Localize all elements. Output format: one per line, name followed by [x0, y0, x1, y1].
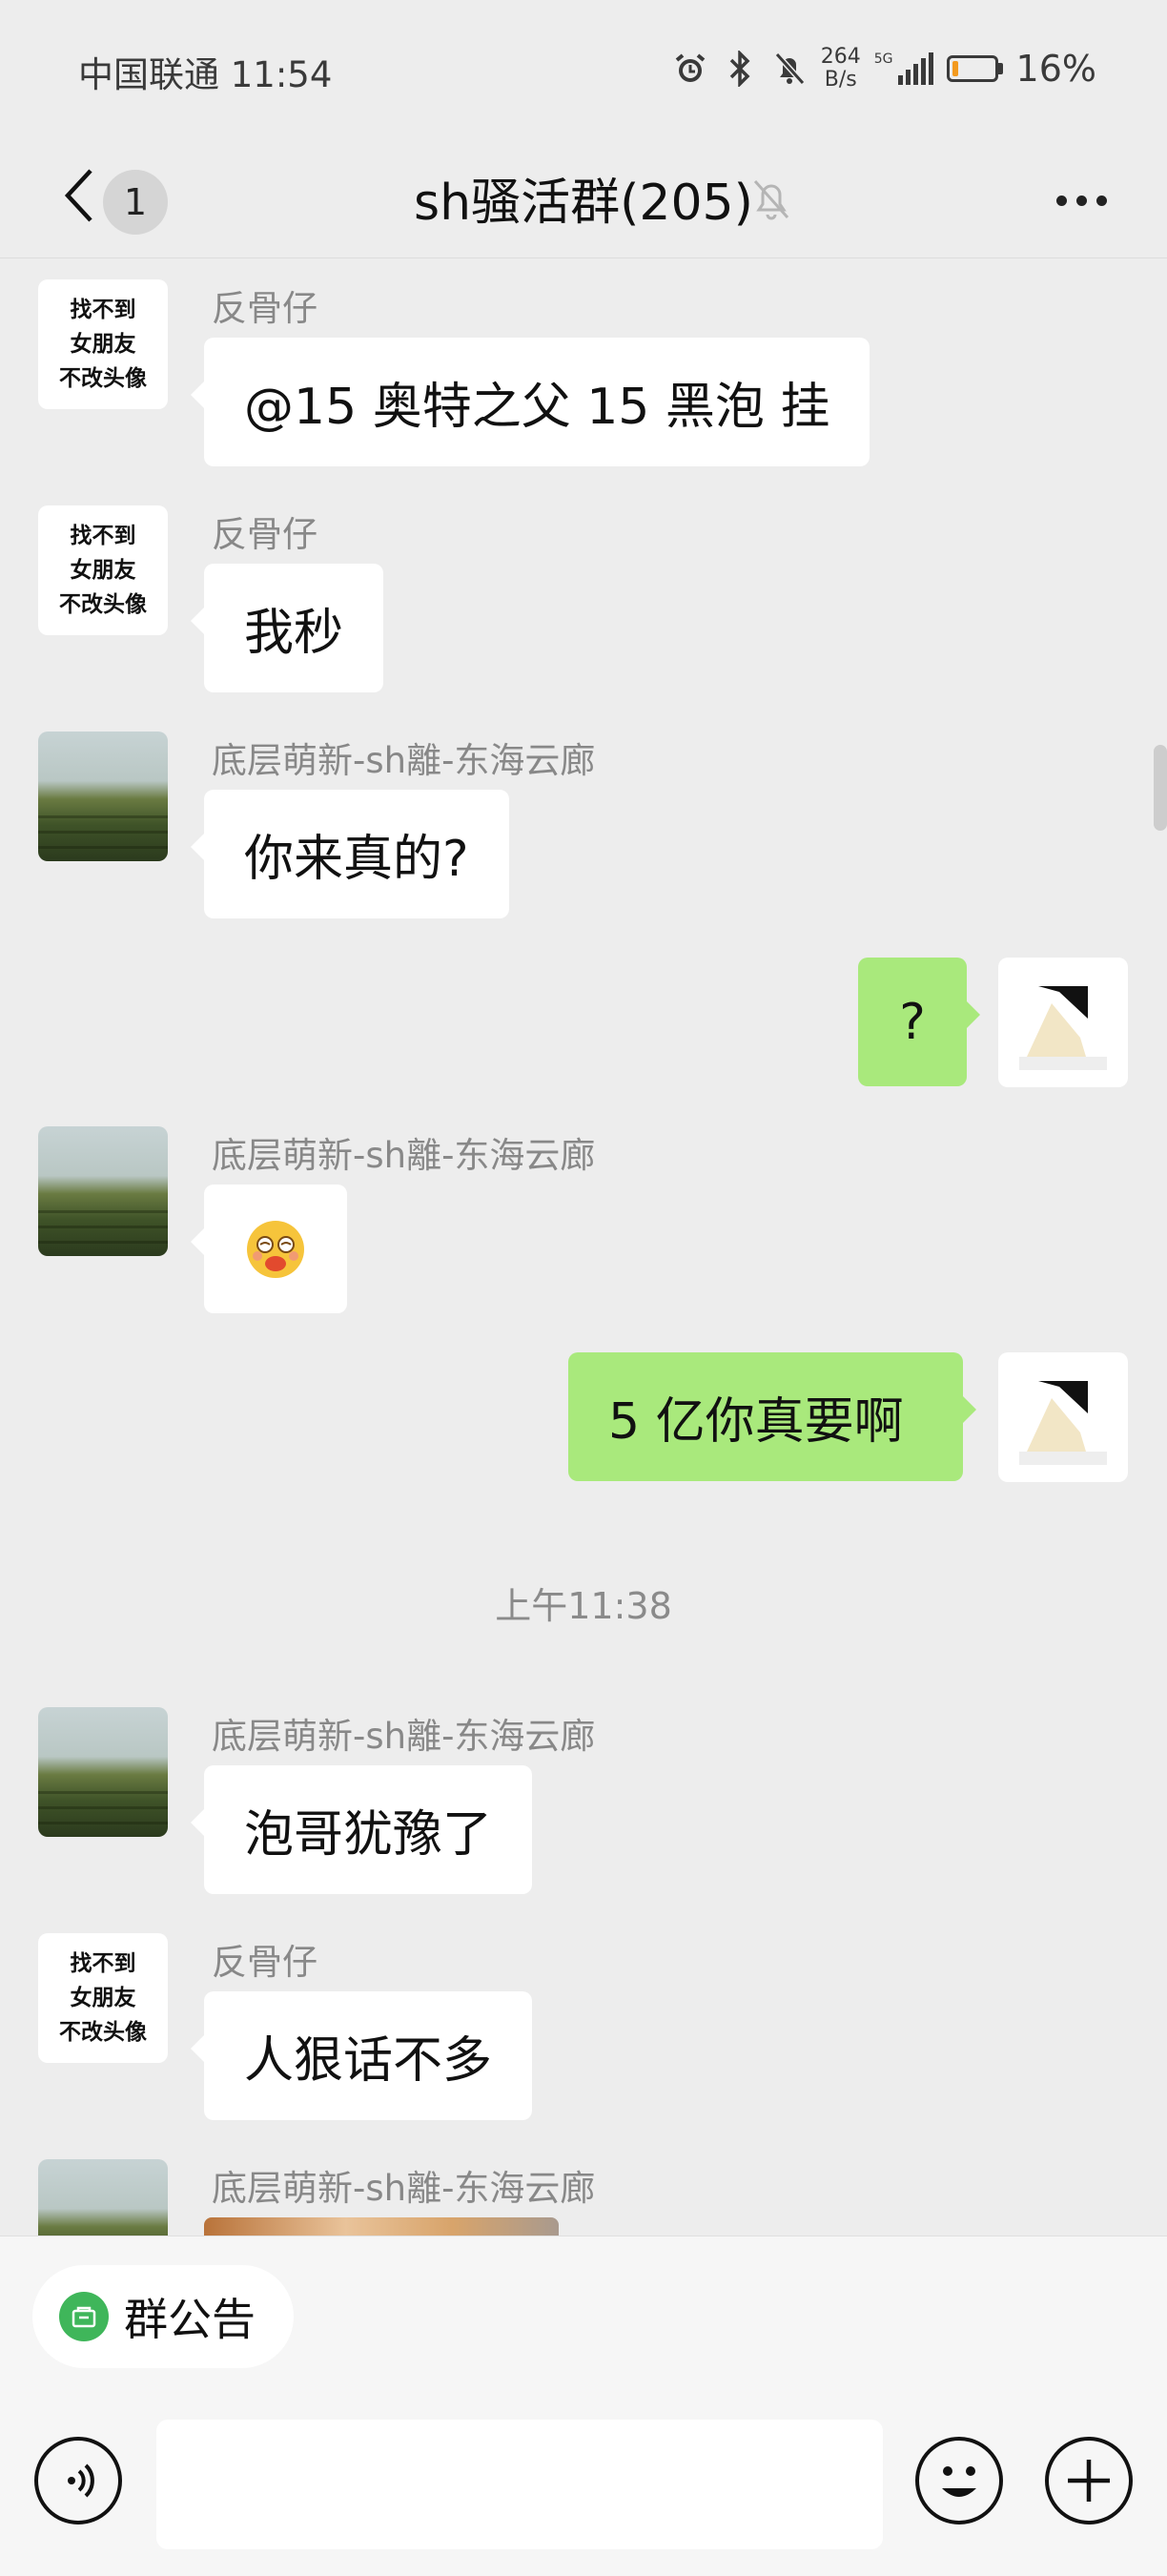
network-speed-unit: B/s — [824, 68, 857, 92]
sender-avatar[interactable] — [38, 2159, 168, 2236]
message-input[interactable] — [156, 2420, 883, 2549]
notifications-off-icon — [771, 51, 808, 87]
photo-message[interactable] — [204, 2217, 559, 2236]
chat-header: 1 sh骚活群(205) — [0, 134, 1167, 258]
message-bubble[interactable]: 我秒 — [190, 564, 384, 692]
message-list[interactable]: 找不到 女朋友 不改头像 反骨仔 @15 奥特之父 15 黑泡 挂 找不到 女朋… — [0, 258, 1167, 2236]
smiley-icon — [942, 2466, 976, 2497]
emoji-button[interactable] — [915, 2437, 1003, 2524]
sender-name: 底层萌新-sh離-东海云廊 — [212, 2168, 596, 2209]
sender-avatar[interactable] — [38, 732, 168, 861]
message-bubble[interactable] — [191, 1185, 347, 1313]
avatar-caption: 找不到 女朋友 不改头像 — [59, 1951, 147, 2045]
avatar-caption: 找不到 女朋友 不改头像 — [59, 524, 147, 617]
message-bubble[interactable]: 人狠话不多 — [190, 1991, 533, 2120]
plus-icon — [1068, 2460, 1110, 2502]
dot-icon — [1055, 195, 1067, 206]
message-bubble[interactable]: 泡哥犹豫了 — [190, 1765, 533, 1894]
carrier-time: 中国联通 11:54 — [78, 54, 333, 95]
input-area: 群公告 — [0, 2236, 1167, 2576]
sender-avatar[interactable] — [38, 1126, 168, 1256]
sender-name: 反骨仔 — [212, 1942, 317, 1983]
sender-name: 底层萌新-sh離-东海云廊 — [212, 740, 596, 781]
sender-name: 反骨仔 — [212, 288, 317, 329]
sender-avatar[interactable] — [38, 1707, 168, 1837]
battery-icon — [946, 55, 1003, 82]
status-bar: 中国联通 11:54 264 B/s 5G 16% — [0, 0, 1167, 134]
self-avatar[interactable] — [998, 958, 1128, 1087]
group-notice-label: 群公告 — [124, 2294, 256, 2345]
sender-avatar[interactable]: 找不到 女朋友 不改头像 — [38, 505, 168, 635]
bluetooth-icon — [722, 51, 758, 87]
message-bubble[interactable]: @15 奥特之父 15 黑泡 挂 — [190, 338, 870, 466]
self-avatar[interactable] — [998, 1352, 1128, 1482]
scrollbar[interactable] — [1154, 745, 1167, 831]
notice-icon — [59, 2292, 109, 2341]
mute-bell-icon — [749, 175, 793, 223]
voice-input-button[interactable] — [34, 2437, 122, 2524]
sender-name: 底层萌新-sh離-东海云廊 — [212, 1716, 596, 1757]
message-bubble-self[interactable]: 5 亿你真要啊 — [568, 1352, 976, 1481]
signal-strength-icon: 5G — [874, 52, 933, 85]
message-bubble[interactable]: 你来真的? — [191, 790, 509, 918]
battery-percent: 16% — [1015, 48, 1096, 90]
dot-icon — [1075, 195, 1087, 206]
voice-icon — [68, 2463, 94, 2498]
message-bubble-self[interactable]: ? — [858, 958, 980, 1086]
chat-title: sh骚活群(205) — [414, 175, 753, 232]
network-speed-value: 264 — [820, 45, 861, 69]
avatar-caption: 找不到 女朋友 不改头像 — [59, 298, 147, 391]
dot-icon — [1095, 195, 1107, 206]
network-speed: 264 B/s — [821, 46, 861, 92]
message-timestamp: 上午11:38 — [495, 1585, 672, 1627]
sender-avatar[interactable]: 找不到 女朋友 不改头像 — [38, 279, 168, 409]
dizzy-smile-emoji-icon — [247, 1220, 304, 1278]
sender-avatar[interactable]: 找不到 女朋友 不改头像 — [38, 1933, 168, 2063]
sender-name: 底层萌新-sh離-东海云廊 — [212, 1135, 596, 1176]
more-actions-button[interactable] — [1045, 2437, 1133, 2524]
status-icons: 264 B/s 5G 16% — [672, 40, 1096, 97]
network-type: 5G — [873, 52, 893, 67]
more-options-button[interactable] — [1043, 172, 1119, 229]
sender-name: 反骨仔 — [212, 514, 317, 555]
group-notice-button[interactable]: 群公告 — [32, 2265, 294, 2368]
alarm-icon — [672, 51, 708, 87]
